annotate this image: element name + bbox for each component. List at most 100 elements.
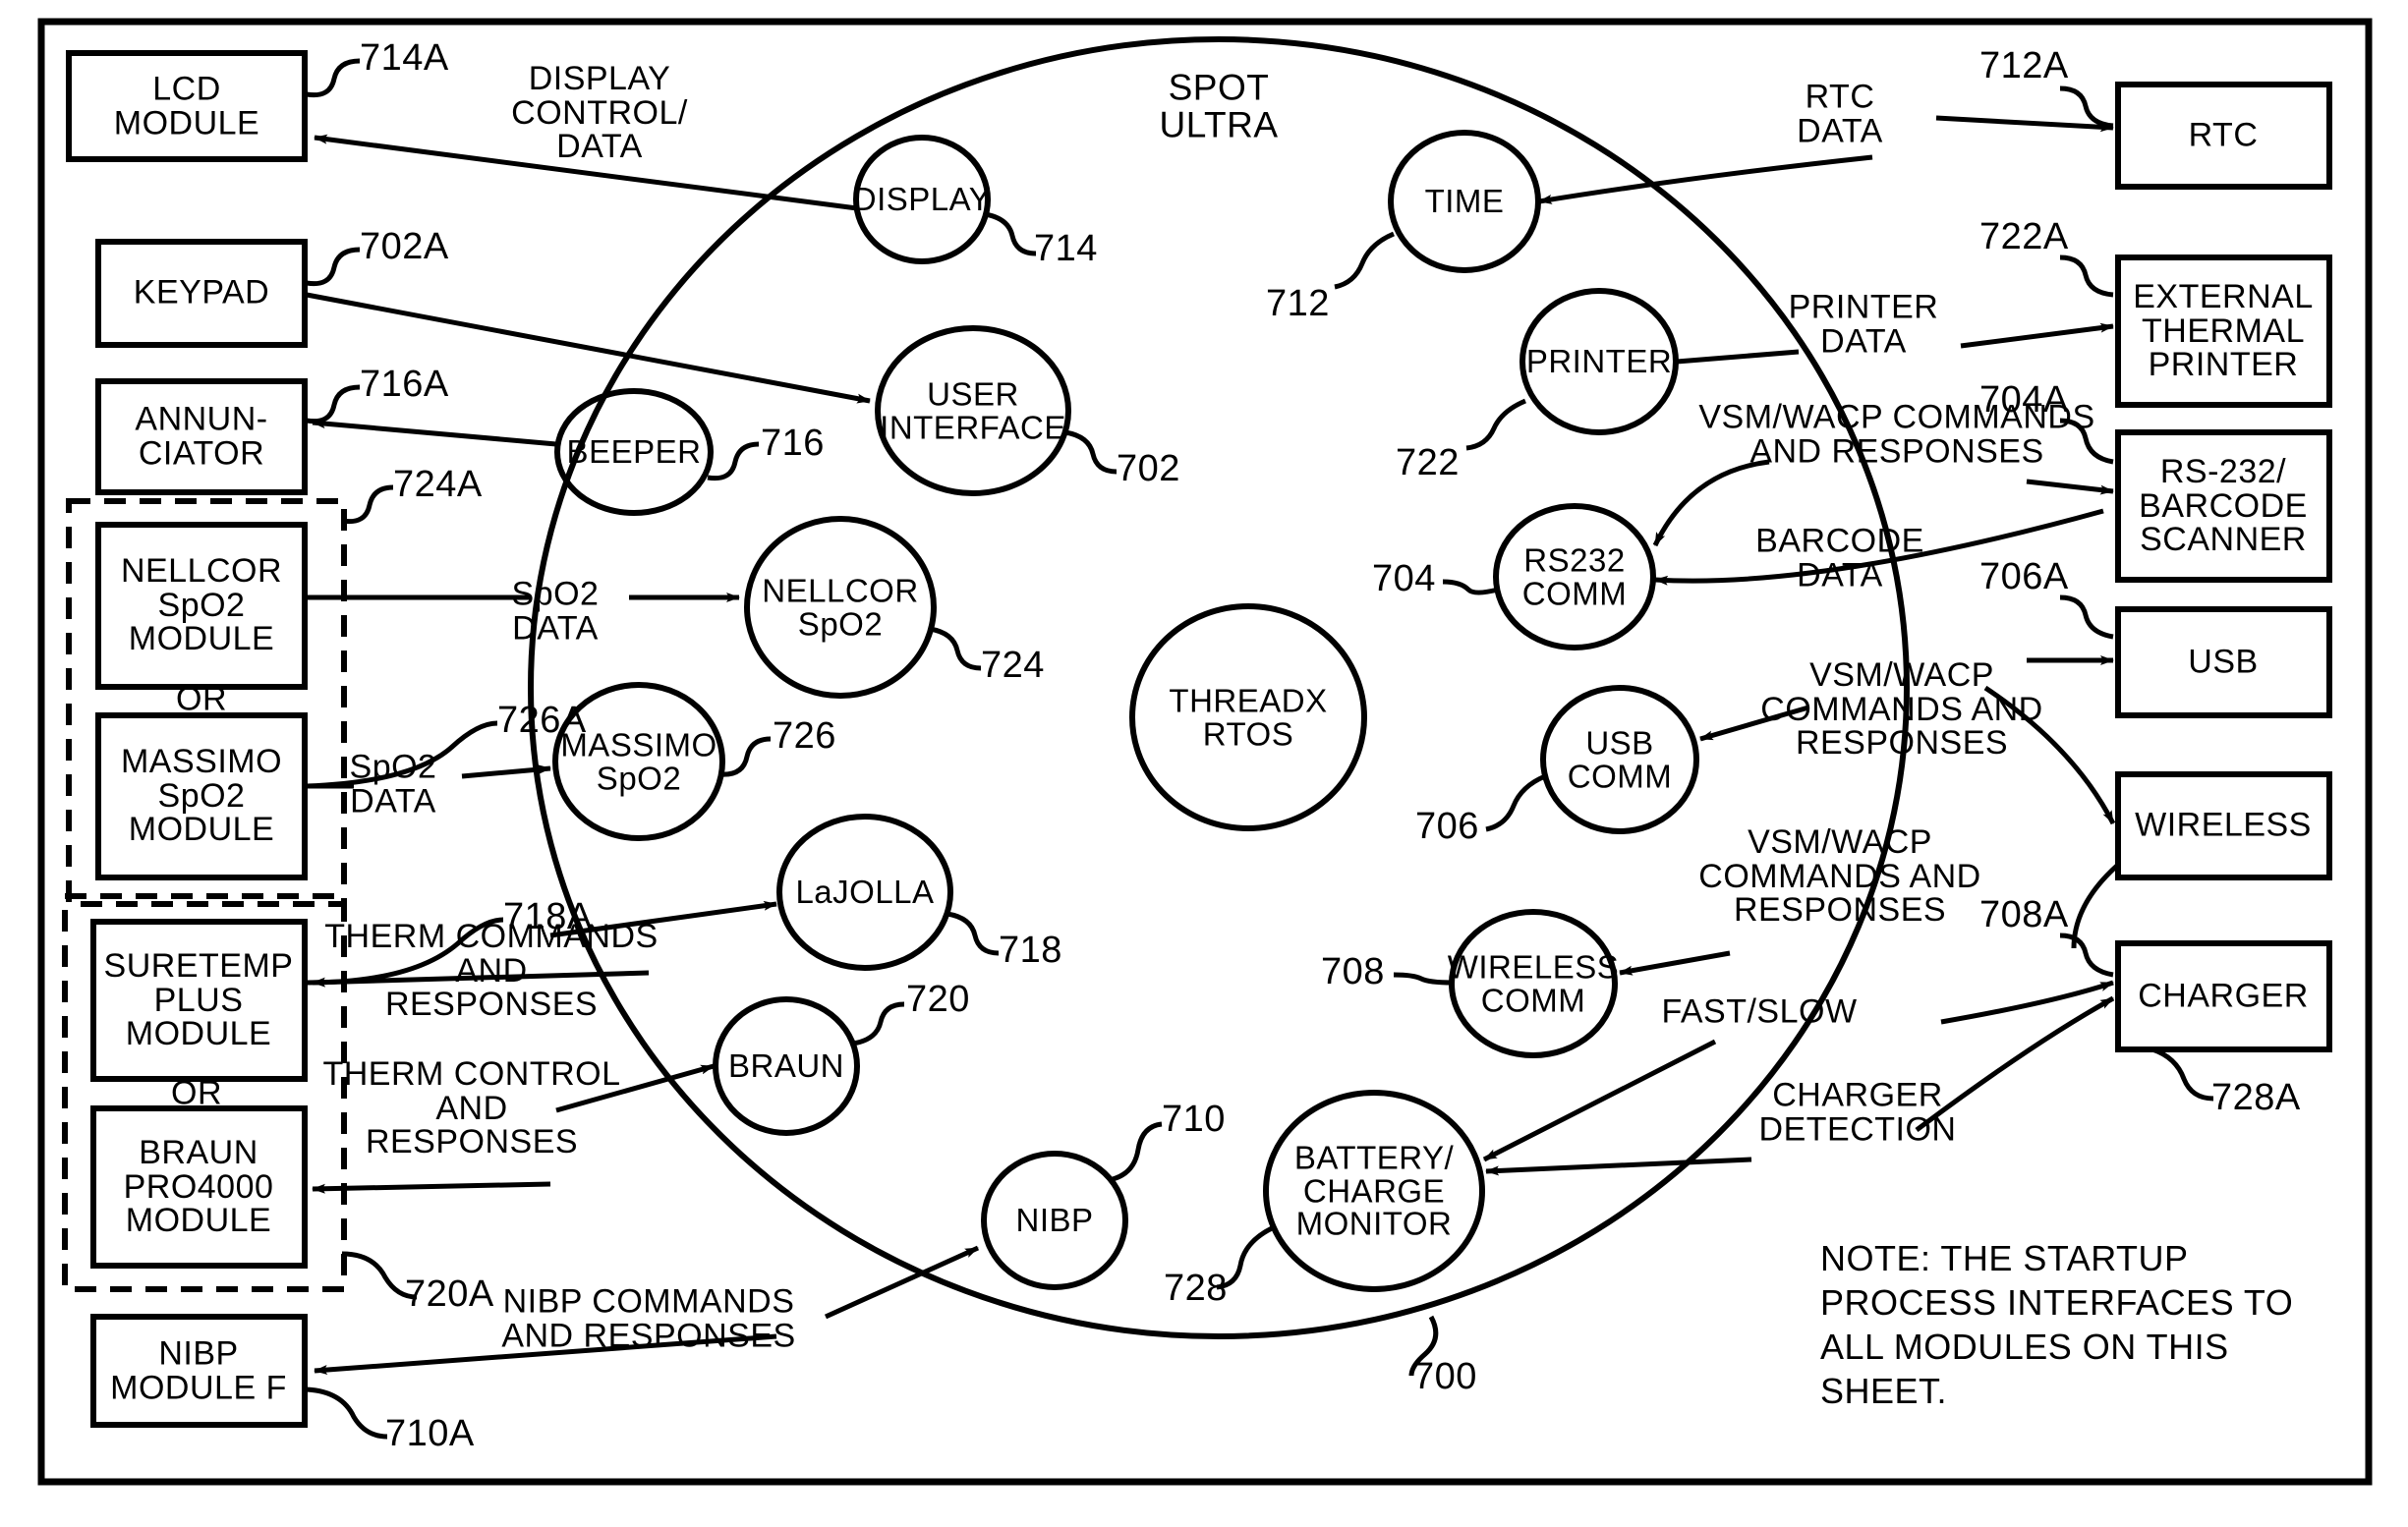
leader-710A: [306, 1386, 388, 1440]
arrow-beeper-to-annunciator: [312, 419, 557, 447]
circle-label-beeper: BEEPER: [566, 433, 702, 471]
ref-728: 728: [1164, 1268, 1228, 1309]
leader-710: [1112, 1121, 1163, 1182]
box-label-wireless: WIRELESS: [2135, 806, 2312, 844]
annotation-vsm-wacp-wireless: VSM/WACP COMMANDS AND RESPONSES: [1698, 822, 1981, 930]
leader-724: [929, 626, 982, 671]
box-label-annunciator: ANNUN- CIATOR: [135, 400, 268, 472]
ref-708A: 708A: [1979, 894, 2069, 935]
arrow-fast-slow-to-charger-box: [1940, 980, 2114, 1025]
leader-716: [707, 441, 760, 481]
arrow-charger-detection-to-battery: [1485, 1157, 1752, 1176]
arrow-printer-data-to-thermal-printer: [1960, 322, 2114, 349]
circle-label-battery-charge-monitor: BATTERY/ CHARGE MONITOR: [1293, 1139, 1455, 1242]
arrow-nibp-commands-to-nibp: [824, 1245, 980, 1320]
leader-726: [718, 736, 772, 777]
ref-720: 720: [906, 979, 970, 1020]
annotation-therm-control-and-responses: THERM CONTROL AND RESPONSES: [322, 1054, 621, 1161]
arrow-to-braun-module: [312, 1181, 551, 1194]
ref-720A: 720A: [405, 1273, 494, 1315]
ref-718: 718: [999, 930, 1062, 971]
box-label-rs232-barcode-scanner: RS-232/ BARCODE SCANNER: [2139, 452, 2308, 559]
leader-714: [984, 211, 1037, 256]
leader-706: [1485, 773, 1547, 832]
box-label-lcd-module: LCD MODULE: [113, 70, 260, 141]
annotation-therm-commands-and-responses: THERM COMMANDS AND RESPONSES: [324, 917, 659, 1024]
annotation-rtc-data: RTC DATA: [1797, 78, 1883, 149]
arrow-vsm-wacp-to-wireless-comm: [1619, 950, 1731, 976]
ref-714A: 714A: [360, 37, 449, 79]
box-label-external-thermal-printer: EXTERNAL THERMAL PRINTER: [2133, 277, 2314, 384]
ref-722A: 722A: [1979, 216, 2069, 257]
circle-label-wireless-comm: WIRELESS COMM: [1447, 948, 1620, 1018]
ref-702A: 702A: [360, 226, 449, 267]
ref-728A: 728A: [2211, 1077, 2301, 1118]
arrow-vsm-wacp-to-rs232-comm: [1652, 459, 1770, 547]
annotation-vsm-wacp-commands-and-responses: VSM/WACP COMMANDS AND RESPONSES: [1698, 398, 2095, 470]
figure-note: NOTE: THE STARTUP PROCESS INTERFACES TO …: [1820, 1238, 2294, 1411]
ref-706A: 706A: [1979, 556, 2069, 597]
ref-710A: 710A: [385, 1413, 475, 1454]
leader-704: [1442, 579, 1499, 595]
ref-704: 704: [1372, 558, 1436, 599]
circle-label-time: TIME: [1424, 183, 1505, 220]
box-label-keypad: KEYPAD: [133, 273, 270, 311]
box-label-charger: CHARGER: [2138, 977, 2309, 1015]
leader-722: [1465, 398, 1526, 451]
arrow-vsm-wacp-to-rs232-box: [2026, 479, 2114, 495]
circle-label-massimo-spo2: MASSIMO SpO2: [560, 726, 717, 796]
ref-724: 724: [981, 645, 1045, 686]
circle-label-threadx-rtos: THREADX RTOS: [1169, 682, 1328, 752]
annotation-spo2-data-nellcor: SpO2 DATA: [511, 575, 600, 647]
leader-718: [946, 911, 1000, 956]
annotation-printer-data: PRINTER DATA: [1788, 288, 1939, 360]
line-wireless-box-curve: [2071, 863, 2120, 949]
box-label-nellcor-spo2-module: NELLCOR SpO2 MODULE: [120, 551, 283, 658]
ref-702: 702: [1117, 448, 1180, 489]
ref-714: 714: [1034, 228, 1098, 269]
leader-714A: [306, 58, 361, 98]
leader-706A: [2059, 594, 2114, 640]
patent-figure-sheet: SPOT ULTRA LCD MODULE KEYPAD ANNUN- CIAT…: [0, 0, 2408, 1527]
circle-label-nibp: NIBP: [1015, 1202, 1094, 1239]
line-printer-out: [1676, 349, 1800, 365]
arrow-rtc-data-to-time: [1538, 154, 1873, 204]
annotation-vsm-wacp-usb: VSM/WACP COMMANDS AND RESPONSES: [1760, 655, 2043, 763]
leader-702: [1064, 429, 1118, 475]
circle-label-braun: BRAUN: [727, 1047, 845, 1085]
leader-712: [1334, 231, 1396, 290]
leader-720: [852, 1001, 905, 1046]
annotation-display-control-data: DISPLAY CONTROL/ DATA: [511, 59, 688, 166]
box-label-braun-pro4000-module: BRAUN PRO4000 MODULE: [123, 1133, 274, 1240]
circle-label-printer: PRINTER: [1525, 343, 1673, 380]
line-rtc-to-box: [1935, 115, 2114, 133]
ref-706: 706: [1415, 806, 1479, 847]
ref-716: 716: [761, 423, 825, 464]
arrow-fast-slow-to-battery: [1482, 1039, 1717, 1162]
box-label-usb: USB: [2188, 643, 2259, 681]
circle-label-rs232-comm: RS232 COMM: [1521, 541, 1628, 611]
circle-label-user-interface: USER INTERFACE: [880, 375, 1066, 445]
box-label-massimo-spo2-module: MASSIMO SpO2 MODULE: [120, 742, 283, 849]
annotation-charger-detection: CHARGER DETECTION: [1758, 1076, 1957, 1148]
leader-708A: [2059, 933, 2114, 978]
circle-label-usb-comm: USB COMM: [1567, 724, 1673, 794]
annotation-barcode-data: BARCODE DATA: [1755, 522, 1924, 594]
ref-716A: 716A: [360, 364, 449, 405]
ref-726: 726: [773, 715, 836, 757]
box-label-rtc: RTC: [2188, 116, 2259, 154]
ref-700: 700: [1413, 1356, 1477, 1397]
ref-708: 708: [1321, 951, 1385, 992]
leader-702A: [306, 247, 361, 287]
leader-722A: [2059, 254, 2114, 298]
group-label-or-therm: OR: [171, 1074, 222, 1112]
circle-label-lajolla: LaJOLLA: [795, 874, 935, 911]
leader-724A: [341, 484, 394, 525]
ref-722: 722: [1396, 442, 1460, 483]
annotation-nibp-commands-and-responses: NIBP COMMANDS AND RESPONSES: [501, 1282, 796, 1354]
ref-710: 710: [1162, 1099, 1226, 1140]
annotation-spo2-data-massimo: SpO2 DATA: [349, 748, 437, 820]
leader-712A: [2059, 85, 2114, 129]
box-label-nibp-module-f: NIBP MODULE F: [110, 1334, 287, 1406]
ref-712A: 712A: [1979, 45, 2069, 86]
